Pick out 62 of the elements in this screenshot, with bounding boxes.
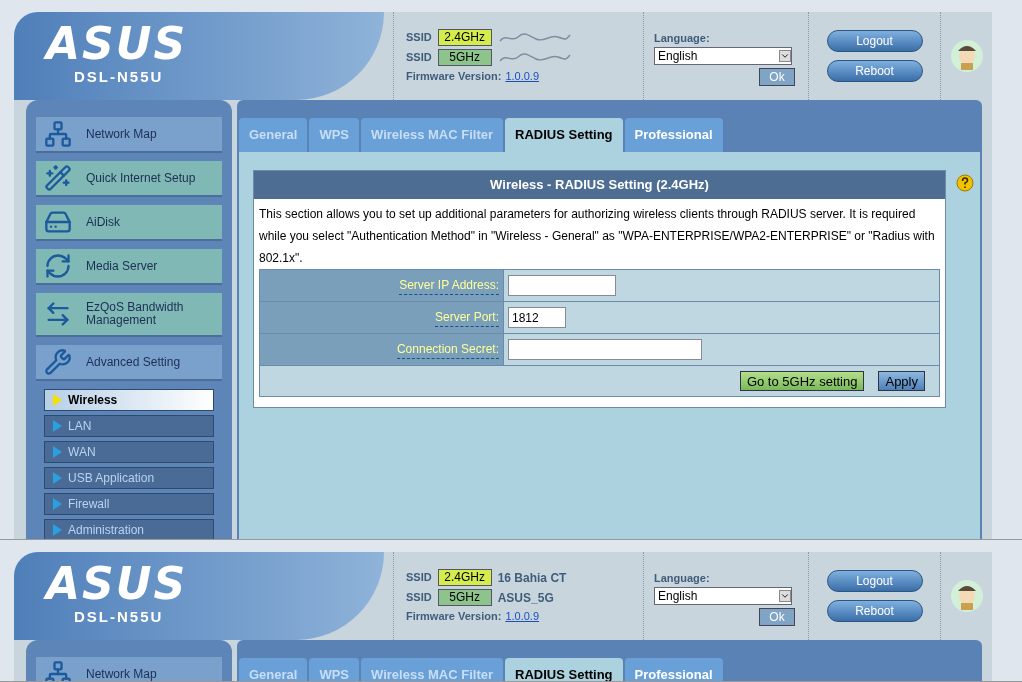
ok-button[interactable]: Ok [759, 607, 795, 626]
submenu-item[interactable]: USB Application [44, 467, 214, 489]
sidebar-item[interactable]: AiDisk [36, 205, 222, 241]
reboot-button[interactable]: Reboot [826, 600, 923, 622]
mascot-avatar [949, 39, 984, 73]
firmware-label: Firmware Version: [406, 609, 502, 624]
sidebar-item[interactable]: Quick Internet Setup [36, 161, 222, 197]
firmware-version-link[interactable]: 1.0.0.9 [505, 68, 539, 85]
field-label: Server IP Address: [399, 276, 499, 295]
tab[interactable]: Professional [624, 118, 723, 152]
sidebar-icon [44, 348, 72, 376]
band-badge[interactable]: 2.4GHz [437, 29, 492, 46]
firmware-version-link[interactable]: 1.0.0.9 [505, 608, 539, 625]
submenu-item[interactable]: WAN [44, 441, 214, 463]
logout-button[interactable]: Logout [826, 30, 923, 52]
submenu-item[interactable]: Firewall [44, 493, 214, 515]
sidebar-icon [44, 164, 72, 192]
band-badge[interactable]: 5GHz [437, 589, 492, 606]
switch-band-button[interactable]: Go to 5GHz setting [739, 371, 865, 391]
field-label: Server Port: [434, 308, 499, 327]
sidebar-icon [44, 252, 72, 280]
submenu-item[interactable]: LAN [44, 415, 214, 437]
sidebar-icon [44, 120, 72, 148]
ok-button[interactable]: Ok [759, 67, 795, 86]
ssid-name: 16 Bahia CT [497, 569, 567, 587]
ssid-label: SSID [406, 590, 432, 606]
language-label: Language: [654, 571, 711, 586]
reboot-button[interactable]: Reboot [826, 60, 923, 82]
band-badge[interactable]: 5GHz [437, 49, 492, 66]
sidebar-item[interactable]: EzQoS Bandwidth Management [36, 293, 222, 337]
firmware-label: Firmware Version: [406, 69, 502, 84]
submenu-item[interactable]: Administration [44, 519, 214, 539]
band-badge[interactable]: 2.4GHz [437, 569, 492, 586]
model-name: DSL-N55U [73, 67, 164, 87]
sidebar-item[interactable]: Network Map [36, 117, 222, 153]
submenu-item[interactable]: Wireless [44, 389, 214, 411]
sidebar-item[interactable]: Network Map [36, 657, 222, 681]
language-label: Language: [654, 31, 711, 46]
model-name: DSL-N55U [73, 607, 164, 627]
text-field[interactable] [508, 275, 616, 296]
ssid-label: SSID [406, 570, 432, 586]
dropdown-icon [779, 49, 791, 62]
tab[interactable]: RADIUS Setting [505, 118, 623, 152]
help-icon[interactable] [956, 174, 974, 192]
mascot-avatar [949, 579, 984, 613]
text-field[interactable] [508, 339, 702, 360]
dropdown-icon [779, 589, 791, 602]
sidebar-item[interactable]: Media Server [36, 249, 222, 285]
text-field[interactable]: 1812 [508, 307, 566, 328]
language-select[interactable]: English [654, 586, 792, 605]
language-select[interactable]: English [654, 46, 792, 65]
panel-title: Wireless - RADIUS Setting (2.4GHz) [254, 171, 945, 199]
ssid-name: ASUS_5G [497, 589, 554, 607]
tab[interactable]: Professional [624, 658, 723, 681]
ssid-label: SSID [406, 30, 432, 46]
sidebar-item[interactable]: Advanced Setting [36, 345, 222, 381]
ssid-label: SSID [406, 50, 432, 66]
logout-button[interactable]: Logout [826, 570, 923, 592]
apply-button[interactable]: Apply [878, 371, 925, 391]
field-label: Connection Secret: [396, 340, 499, 359]
description: This section allows you to set up additional parameters for authorizing wireless clients through RADIUS server. It is required while you select "Authentication Method" in "Wireless - General" as "WPA-ENTERPRISE/WPA2-ENTERPRISE" or "Radius with 802.1x". [259, 206, 936, 267]
sidebar-icon [44, 660, 72, 681]
